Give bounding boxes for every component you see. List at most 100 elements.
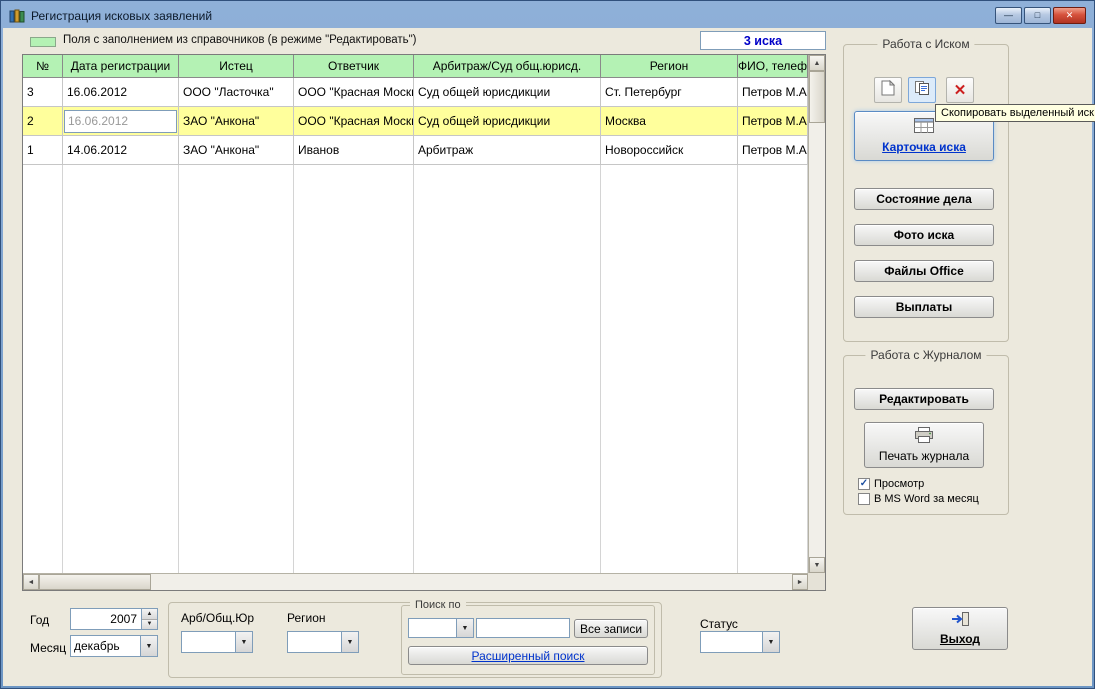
cell-contact[interactable]: Петров М.А.: [738, 107, 808, 136]
cell-num[interactable]: 3: [23, 78, 63, 107]
search-field-dropdown-button[interactable]: ▼: [456, 619, 473, 637]
edit-button[interactable]: Редактировать: [854, 388, 994, 410]
cell-num[interactable]: 1: [23, 136, 63, 165]
journal-actions-group: Работа с Журналом Редактировать Печать ж…: [843, 355, 1009, 515]
horizontal-scrollbar[interactable]: ◄ ►: [23, 573, 808, 590]
region-value[interactable]: [288, 632, 341, 652]
case-status-button[interactable]: Состояние дела: [854, 188, 994, 210]
table-row[interactable]: 1 14.06.2012 ЗАО "Анкона" Иванов Арбитра…: [23, 136, 808, 165]
year-stepper[interactable]: 2007 ▲ ▼: [70, 608, 158, 630]
scroll-right-icon: ►: [797, 579, 804, 586]
printer-icon: [914, 427, 934, 447]
search-input[interactable]: [476, 618, 570, 638]
status-dropdown-button[interactable]: ▼: [762, 632, 779, 652]
region-dropdown-button[interactable]: ▼: [341, 632, 358, 652]
cell-plaintiff[interactable]: ЗАО "Анкона": [179, 136, 294, 165]
preview-checkbox-box[interactable]: ✓: [858, 478, 870, 490]
cell-plaintiff[interactable]: ЗАО "Анкона": [179, 107, 294, 136]
close-icon: ✕: [1066, 11, 1074, 20]
cell-date[interactable]: 16.06.2012: [63, 78, 179, 107]
search-group: Поиск по ▼ Все записи Расширенный поиск: [401, 605, 655, 675]
cell-region[interactable]: Новороссийск: [601, 136, 738, 165]
cell-contact[interactable]: Петров М.А.: [738, 136, 808, 165]
chevron-down-icon: ▼: [146, 643, 153, 650]
vertical-scroll-thumb[interactable]: [809, 71, 825, 123]
table-row[interactable]: 3 16.06.2012 ООО "Ласточка" ООО "Красная…: [23, 78, 808, 107]
cell-contact[interactable]: Петров М.А.: [738, 78, 808, 107]
cell-defendant[interactable]: ООО "Красная Москва": [294, 78, 414, 107]
region-select[interactable]: ▼: [287, 631, 359, 653]
preview-checkbox-label: Просмотр: [874, 478, 924, 490]
arb-court-value[interactable]: [182, 632, 235, 652]
claim-card-label: Карточка иска: [882, 140, 966, 154]
horizontal-scroll-thumb[interactable]: [39, 574, 151, 590]
exit-button[interactable]: Выход: [912, 607, 1008, 650]
spin-down-icon: ▼: [147, 621, 153, 627]
copy-claim-tooltip: Скопировать выделенный иск: [935, 104, 1095, 122]
month-value[interactable]: декабрь: [71, 636, 140, 656]
month-dropdown-button[interactable]: ▼: [140, 636, 157, 656]
spin-up-icon: ▲: [147, 611, 153, 617]
caption-buttons: — □ ✕: [995, 7, 1086, 24]
close-button[interactable]: ✕: [1053, 7, 1086, 24]
payments-button[interactable]: Выплаты: [854, 296, 994, 318]
advanced-search-button[interactable]: Расширенный поиск: [408, 646, 648, 665]
cell-region[interactable]: Ст. Петербург: [601, 78, 738, 107]
scroll-up-button[interactable]: ▲: [809, 55, 825, 71]
cell-plaintiff[interactable]: ООО "Ласточка": [179, 78, 294, 107]
scroll-up-icon: ▲: [814, 60, 821, 67]
client-area: Поля с заполнением из справочников (в ре…: [3, 28, 1092, 686]
chevron-down-icon: ▼: [347, 639, 354, 646]
claim-photo-button[interactable]: Фото иска: [854, 224, 994, 246]
msword-checkbox[interactable]: В MS Word за месяц: [858, 493, 979, 505]
delete-claim-button[interactable]: ✕: [946, 77, 974, 103]
copy-claim-button[interactable]: [908, 77, 936, 103]
table-row-selected[interactable]: 2 16.06.2012 ЗАО "Анкона" ООО "Красная М…: [23, 107, 808, 136]
cell-region[interactable]: Москва: [601, 107, 738, 136]
year-spin-up-button[interactable]: ▲: [142, 609, 157, 619]
msword-checkbox-box[interactable]: [858, 493, 870, 505]
maximize-button[interactable]: □: [1024, 7, 1051, 24]
titlebar[interactable]: Регистрация исковых заявлений — □ ✕: [3, 3, 1092, 28]
exit-icon: [950, 611, 970, 630]
cell-defendant[interactable]: Иванов: [294, 136, 414, 165]
claim-actions-group: Работа с Иском: [843, 44, 1009, 342]
print-journal-button[interactable]: Печать журнала: [864, 422, 984, 468]
search-field-select[interactable]: ▼: [408, 618, 474, 638]
filter-group: Арб/Общ.Юр ▼ Регион ▼ Поиск по ▼ Все зап…: [168, 602, 662, 678]
new-claim-button[interactable]: [874, 77, 902, 103]
scroll-down-button[interactable]: ▼: [809, 557, 825, 573]
column-header-plaintiff: Истец: [179, 55, 294, 78]
status-value[interactable]: [701, 632, 762, 652]
office-files-button[interactable]: Файлы Office: [854, 260, 994, 282]
month-select[interactable]: декабрь ▼: [70, 635, 158, 657]
year-spin-down-button[interactable]: ▼: [142, 619, 157, 630]
all-records-button[interactable]: Все записи: [574, 619, 648, 638]
preview-checkbox[interactable]: ✓ Просмотр: [858, 478, 924, 490]
minimize-button[interactable]: —: [995, 7, 1022, 24]
cell-court[interactable]: Суд общей юрисдикции: [414, 107, 601, 136]
cell-court[interactable]: Арбитраж: [414, 136, 601, 165]
year-value[interactable]: 2007: [71, 609, 141, 629]
month-label: Месяц: [30, 641, 66, 655]
arb-court-select[interactable]: ▼: [181, 631, 253, 653]
arb-court-dropdown-button[interactable]: ▼: [235, 632, 252, 652]
vertical-scrollbar[interactable]: ▲ ▼: [808, 55, 825, 573]
cell-num[interactable]: 2: [23, 107, 63, 136]
search-field-value[interactable]: [409, 619, 456, 637]
scroll-left-button[interactable]: ◄: [23, 574, 39, 590]
date-edit-field[interactable]: 16.06.2012: [64, 110, 177, 133]
advanced-search-label: Расширенный поиск: [472, 649, 585, 663]
cell-date[interactable]: 14.06.2012: [63, 136, 179, 165]
scrollbar-corner: [808, 573, 825, 590]
cell-defendant[interactable]: ООО "Красная Москва": [294, 107, 414, 136]
minimize-icon: —: [1004, 11, 1013, 20]
scroll-right-button[interactable]: ►: [792, 574, 808, 590]
claim-actions-title: Работа с Иском: [877, 37, 974, 51]
column-header-contact: ФИО, телеф: [738, 55, 808, 78]
status-select[interactable]: ▼: [700, 631, 780, 653]
cell-court[interactable]: Суд общей юрисдикции: [414, 78, 601, 107]
scroll-left-icon: ◄: [28, 579, 35, 586]
year-spin-buttons: ▲ ▼: [141, 609, 157, 629]
cell-date[interactable]: 16.06.2012: [63, 107, 179, 136]
